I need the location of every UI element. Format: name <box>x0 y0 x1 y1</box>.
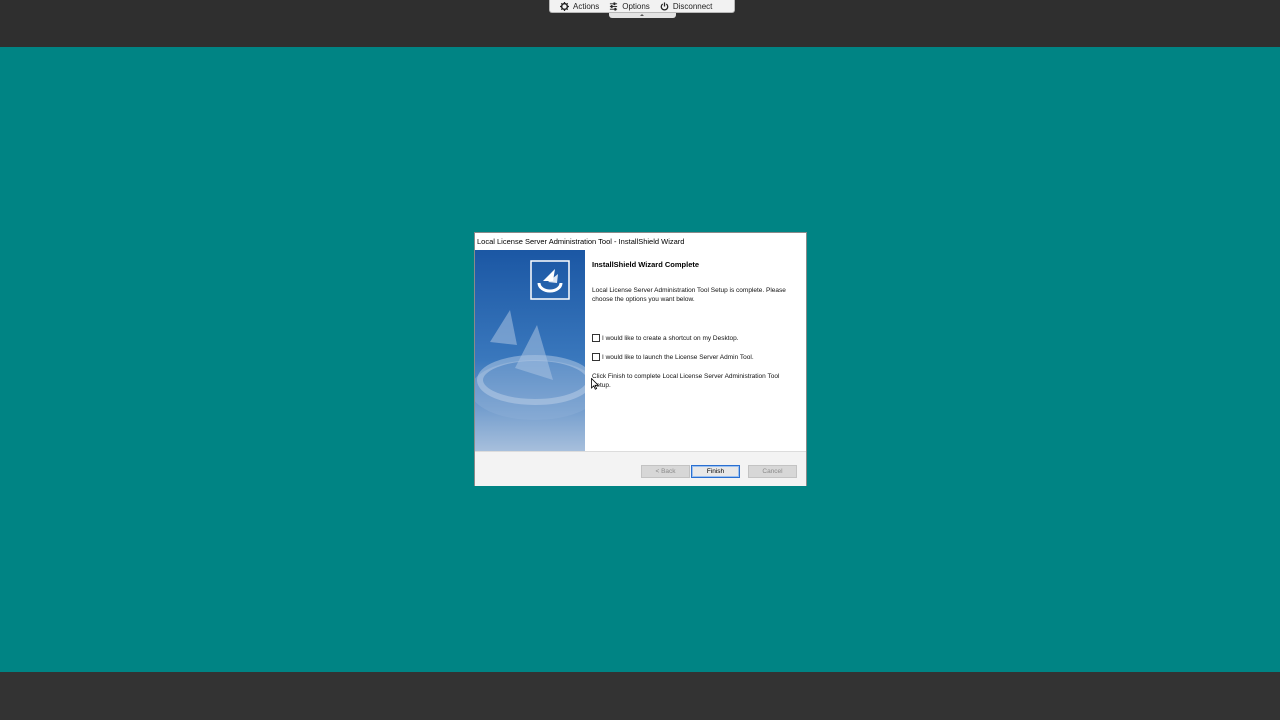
mouse-cursor-icon <box>591 378 599 390</box>
wizard-heading: InstallShield Wizard Complete <box>592 260 700 269</box>
launch-admin-tool-option[interactable]: I would like to launch the License Serve… <box>592 353 754 361</box>
wizard-side-banner <box>475 250 585 451</box>
actions-menu[interactable]: Actions <box>560 1 600 11</box>
window-title: Local License Server Administration Tool… <box>477 237 685 246</box>
power-icon <box>660 1 669 11</box>
back-button[interactable]: < Back <box>641 465 690 478</box>
options-menu[interactable]: Options <box>609 2 650 11</box>
launch-admin-tool-checkbox[interactable] <box>592 353 600 361</box>
wizard-button-bar: < Back Finish Cancel <box>475 451 806 486</box>
launch-admin-tool-label: I would like to launch the License Serve… <box>602 353 754 361</box>
options-label: Options <box>622 1 650 11</box>
sliders-icon <box>610 1 618 11</box>
desktop-shortcut-label: I would like to create a shortcut on my … <box>602 334 739 342</box>
wizard-description: Local License Server Administration Tool… <box>592 287 786 303</box>
desktop-shortcut-option[interactable]: I would like to create a shortcut on my … <box>592 334 739 342</box>
remote-session-toolbar: Actions Options Disconnect <box>549 0 735 13</box>
actions-label: Actions <box>573 1 600 11</box>
disconnect-label: Disconnect <box>672 1 713 11</box>
gear-icon <box>560 1 569 11</box>
toolbar-collapse-handle[interactable] <box>609 13 676 18</box>
installshield-logo-icon <box>537 269 563 293</box>
desktop-shortcut-checkbox[interactable] <box>592 334 600 342</box>
disconnect-button[interactable]: Disconnect <box>660 1 713 11</box>
installshield-wizard-window: Local License Server Administration Tool… <box>474 232 807 486</box>
wizard-finish-note: Click Finish to complete Local License S… <box>592 373 780 389</box>
finish-button[interactable]: Finish <box>691 465 740 478</box>
cancel-button[interactable]: Cancel <box>748 465 797 478</box>
remote-session-bottom-bar <box>0 672 1280 720</box>
